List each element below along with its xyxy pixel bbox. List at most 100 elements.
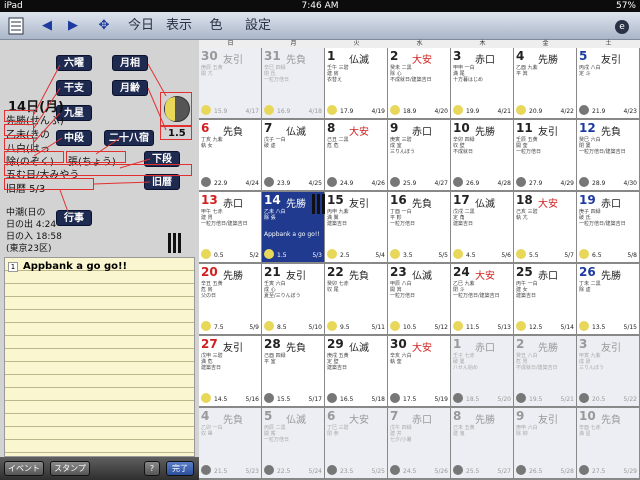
- day-cell[interactable]: 30 大安 辛亥 六白 執 奎 17.5 5/19: [388, 336, 450, 406]
- moon-age: 22.9: [214, 180, 228, 187]
- day-cell[interactable]: 7 仏滅 戊子 一白 破 虚 23.9 4/25: [262, 120, 324, 190]
- day-cell[interactable]: 4 先勝 乙酉 九紫 平 箕 20.9 4/22: [514, 48, 576, 118]
- moon-icon: [453, 465, 463, 475]
- day-cell[interactable]: 11 友引 壬辰 五黄 開 奎 一粒万倍日 27.9 4/29: [514, 120, 576, 190]
- day-number: 29: [327, 337, 344, 351]
- moon-age: 26.9: [466, 180, 480, 187]
- day-cell[interactable]: 29 仏滅 庚戌 五黄 定 壁 建築吉日 16.5 5/18: [325, 336, 387, 406]
- moon-icon: [516, 177, 526, 187]
- day-cell[interactable]: 31 先負 辛巳 四緑 閉 氐 一粒万倍日 16.9 4/18: [262, 48, 324, 118]
- day-cell[interactable]: 19 赤口 庚子 四緑 破 氐 一粒万倍日/建築吉日 6.5 5/8: [577, 192, 639, 262]
- day-cell[interactable]: 5 友引 丙戌 八白 定 斗 21.9 4/23: [577, 48, 639, 118]
- done-button[interactable]: 完了: [166, 461, 194, 476]
- day-cell[interactable]: 18 大安 己亥 三碧 執 亢 5.5 5/7: [514, 192, 576, 262]
- rokuyo-label: 赤口: [223, 199, 243, 210]
- old-date: 5/24: [308, 468, 322, 475]
- day-number: 4: [516, 49, 525, 63]
- day-info: 壬午 三碧 建 房 衣替え: [327, 65, 349, 83]
- day-cell[interactable]: 3 赤口 甲申 一白 満 尾 十方暮はじめ 19.9 4/21: [451, 48, 513, 118]
- moon-age: 9.5: [340, 324, 350, 331]
- day-cell[interactable]: 10 先勝 辛卯 四緑 収 壁 不成就日 26.9 4/28: [451, 120, 513, 190]
- moon-icon: [390, 105, 400, 115]
- old-date: 4/22: [560, 108, 574, 115]
- day-info: 癸丑 八白 危 胃 不成就日/建築吉日: [516, 353, 558, 371]
- moon-icon: [327, 105, 337, 115]
- day-cell[interactable]: 9 友引 庚申 六白 除 柳 26.5 5/28: [514, 408, 576, 478]
- day-cell[interactable]: 22 先負 癸卯 七赤 収 尾 9.5 5/11: [325, 264, 387, 334]
- day-info: 甲寅 九紫 成 昴 三りんぼう: [579, 353, 605, 371]
- day-cell[interactable]: 23 仏滅 甲辰 八白 開 箕 一粒万倍日 10.5 5/12: [388, 264, 450, 334]
- day-number: 24: [453, 265, 470, 279]
- day-info: 戊午 四緑 建 井 七夕/小暑: [390, 425, 412, 443]
- move-icon[interactable]: ✥: [92, 12, 116, 40]
- day-cell[interactable]: 20 先勝 辛丑 五黄 危 房 父の日 7.5 5/9: [199, 264, 261, 334]
- app-logo-icon[interactable]: e: [612, 12, 632, 40]
- menu-icon[interactable]: [4, 12, 28, 40]
- rokuyo-label: 先負: [286, 55, 306, 66]
- day-cell[interactable]: 15 友引 丙申 九紫 満 翼 建築吉日 2.5 5/4: [325, 192, 387, 262]
- day-cell[interactable]: 28 先負 己酉 四緑 平 室 15.5 5/17: [262, 336, 324, 406]
- day-cell[interactable]: 13 赤口 甲午 七赤 建 胃 一粒万倍日/建築吉日 0.5 5/2: [199, 192, 261, 262]
- prev-month-icon[interactable]: ◀: [38, 12, 56, 40]
- day-cell[interactable]: 2 先勝 癸丑 八白 危 胃 不成就日/建築吉日 19.5 5/21: [514, 336, 576, 406]
- moon-age: 0.5: [214, 252, 224, 259]
- stamp-button[interactable]: スタンプ: [50, 461, 90, 476]
- rokuyo-label: 赤口: [412, 127, 432, 138]
- day-cell[interactable]: 8 先勝 己未 五黄 建 鬼 25.5 5/27: [451, 408, 513, 478]
- day-info: 丁巳 三碧 閉 参: [327, 425, 349, 437]
- event-button[interactable]: イベント: [4, 461, 44, 476]
- old-date: 5/22: [623, 396, 637, 403]
- day-cell[interactable]: 27 友引 戊申 三碧 満 危 建築吉日 14.5 5/16: [199, 336, 261, 406]
- settings-button[interactable]: 設定: [238, 12, 278, 40]
- day-cell[interactable]: 3 友引 甲寅 九紫 成 昴 三りんぼう 20.5 5/22: [577, 336, 639, 406]
- day-cell[interactable]: 6 大安 丁巳 三碧 閉 参 23.5 5/25: [325, 408, 387, 478]
- day-cell[interactable]: 9 赤口 庚寅 三碧 成 室 三りんぼう 25.9 4/27: [388, 120, 450, 190]
- day-cell[interactable]: 24 大安 乙巳 九紫 閉 斗 一粒万倍日/建築吉日 11.5 5/13: [451, 264, 513, 334]
- moon-icon: [579, 249, 589, 259]
- today-button[interactable]: 今日: [126, 12, 156, 40]
- day-cell[interactable]: 21 友引 壬寅 六白 成 心 夏至/三りんぼう 8.5 5/10: [262, 264, 324, 334]
- day-cell[interactable]: 16 先負 丁酉 一白 平 軫 一粒万倍日 3.5 5/5: [388, 192, 450, 262]
- rokuyo-label: 先負: [223, 127, 243, 138]
- day-number: 3: [579, 337, 588, 351]
- old-date: 4/27: [434, 180, 448, 187]
- day-number: 12: [579, 121, 596, 135]
- old-date: 5/28: [560, 468, 574, 475]
- day-cell[interactable]: 25 赤口 丙午 一白 建 女 建築吉日 12.5 5/14: [514, 264, 576, 334]
- color-button[interactable]: 色: [204, 12, 228, 40]
- memo-text[interactable]: Appbank a go go!!: [23, 261, 127, 272]
- next-month-icon[interactable]: ▶: [64, 12, 82, 40]
- moon-icon: [327, 177, 337, 187]
- day-info: 乙酉 九紫 平 箕: [516, 65, 538, 77]
- day-cell[interactable]: 7 赤口 戊午 四緑 建 井 七夕/小暑 24.5 5/26: [388, 408, 450, 478]
- day-cell[interactable]: 8 大安 己丑 二黒 危 危 24.9 4/26: [325, 120, 387, 190]
- day-cell[interactable]: 30 友引 庚辰 五黄 開 亢 15.9 4/17: [199, 48, 261, 118]
- moon-icon: [579, 465, 589, 475]
- day-cell[interactable]: 6 先負 丁亥 九紫 執 女 22.9 4/24: [199, 120, 261, 190]
- day-cell[interactable]: 17 仏滅 戊戌 二黒 定 角 建築吉日 4.5 5/6: [451, 192, 513, 262]
- rokuyo-label: 赤口: [601, 199, 621, 210]
- moon-icon: [201, 393, 211, 403]
- day-info: 乙巳 九紫 閉 斗 一粒万倍日/建築吉日: [453, 281, 500, 299]
- day-cell[interactable]: 10 先負 辛酉 七赤 満 星 27.5 5/29: [577, 408, 639, 478]
- weekday-label: 月: [290, 40, 297, 47]
- display-button[interactable]: 表示: [164, 12, 194, 40]
- day-cell[interactable]: 2 大安 癸未 二黒 除 心 不成就日/建築吉日 18.9 4/20: [388, 48, 450, 118]
- help-button[interactable]: ?: [144, 461, 160, 476]
- day-cell[interactable]: 1 赤口 壬子 七赤 破 婁 八せん始め 18.5 5/20: [451, 336, 513, 406]
- day-cell[interactable]: 5 仏滅 丙辰 二黒 開 觜 一粒万倍日 22.5 5/24: [262, 408, 324, 478]
- day-cell[interactable]: 1 仏滅 壬午 三碧 建 房 衣替え 17.9 4/19: [325, 48, 387, 118]
- rokuyo-label: 大安: [349, 415, 369, 426]
- day-cell[interactable]: 12 先負 癸巳 六白 閉 婁 一粒万倍日/建築吉日 28.9 4/30: [577, 120, 639, 190]
- day-cell[interactable]: 4 先負 乙卯 一白 収 畢 21.5 5/23: [199, 408, 261, 478]
- moon-age: 17.5: [403, 396, 417, 403]
- rokuyo-label: 大安: [475, 271, 495, 282]
- day-cell[interactable]: 26 先勝 丁未 二黒 除 虚 13.5 5/15: [577, 264, 639, 334]
- rokuyo-label: 仏滅: [286, 127, 306, 138]
- memo-panel[interactable]: 1 Appbank a go go!!: [4, 257, 195, 457]
- day-info: 己丑 二黒 危 危: [327, 137, 349, 149]
- moon-age: 5.5: [529, 252, 539, 259]
- old-date: 4/29: [560, 180, 574, 187]
- moon-icon: [516, 105, 526, 115]
- old-date: 5/6: [501, 252, 511, 259]
